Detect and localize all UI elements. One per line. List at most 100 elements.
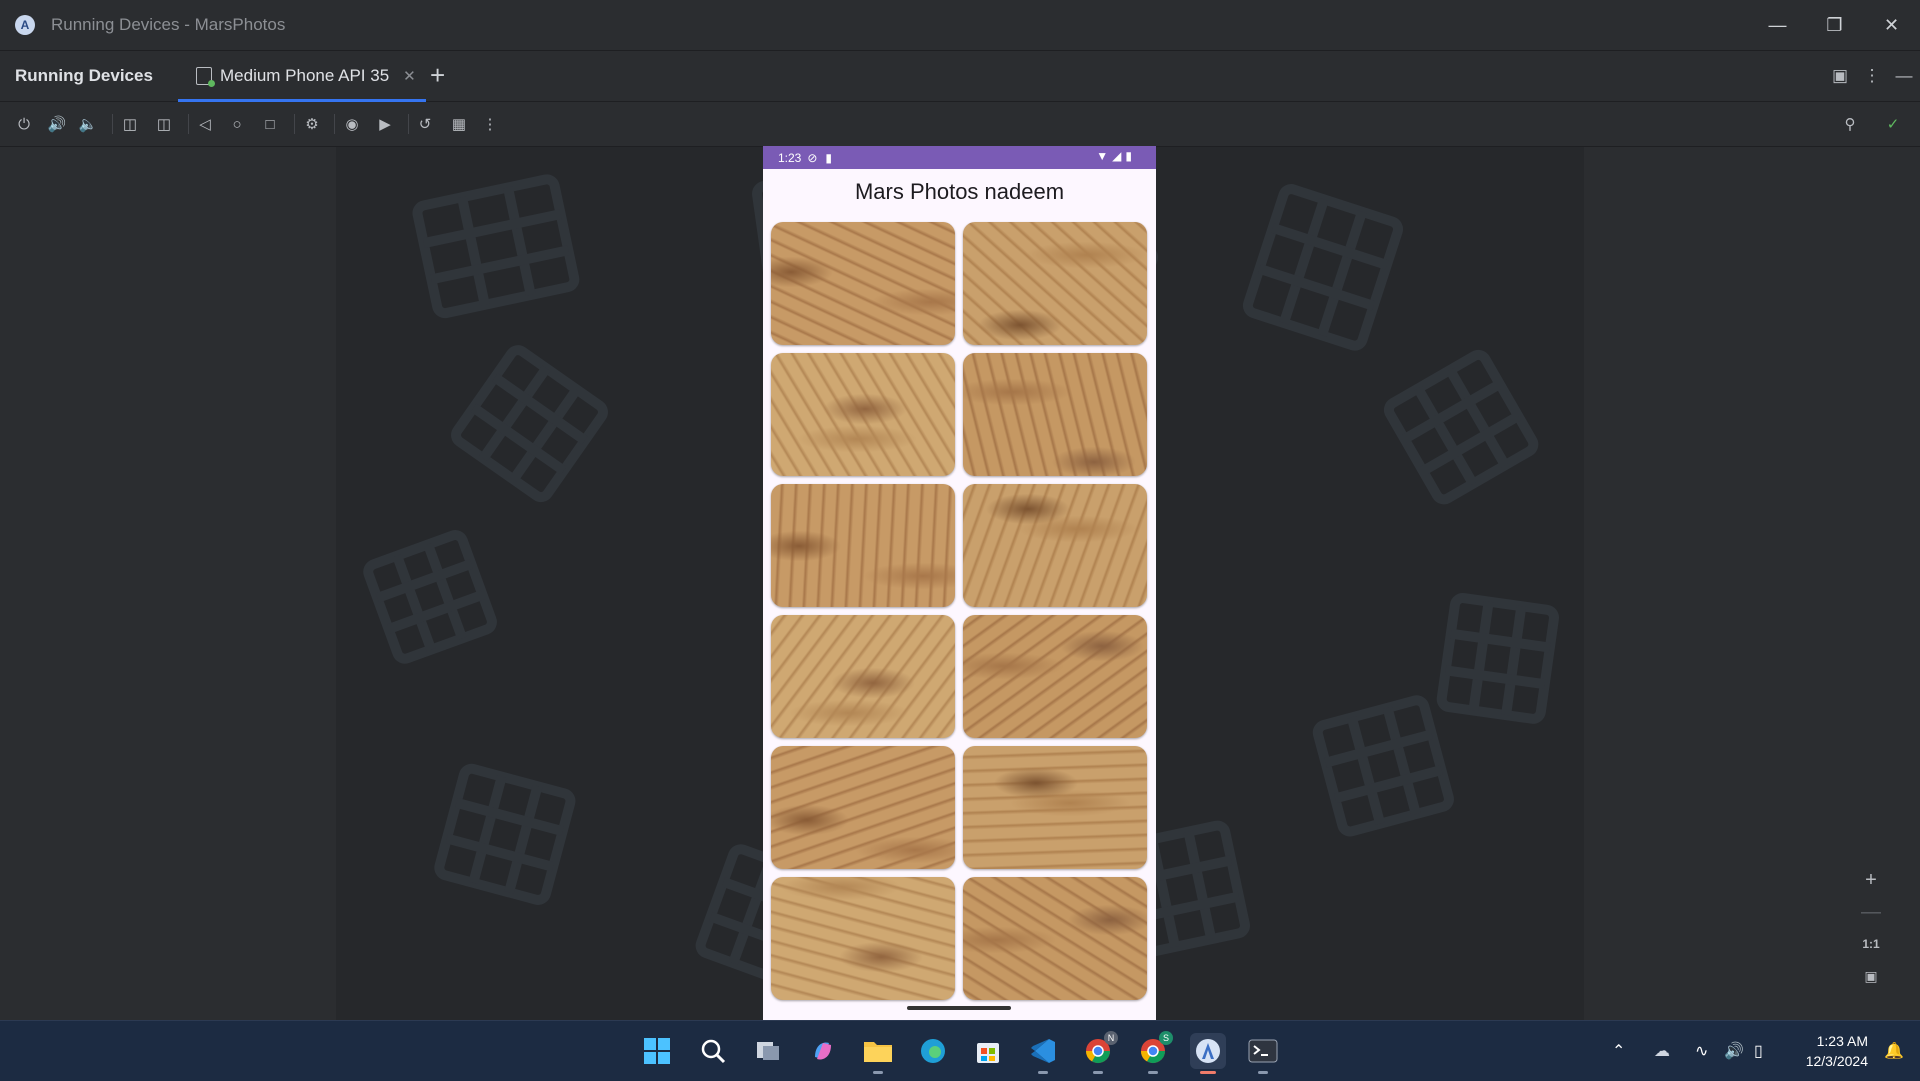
chrome-n-icon[interactable]: N <box>1080 1031 1118 1074</box>
expand-icon[interactable]: ▣ <box>1824 66 1856 86</box>
system-clock[interactable]: 1:23 AM 12/3/2024 <box>1806 1031 1868 1071</box>
battery-icon: ▮ <box>1125 149 1132 163</box>
running-indicator <box>1200 1071 1216 1074</box>
windows-taskbar: N S ⌃ ☁ ∿ 🔊 ▯ 1:23 AM 12/3/2024 🔔 <box>0 1020 1920 1081</box>
wifi-tray-icon[interactable]: ∿ <box>1695 1021 1708 1081</box>
close-button[interactable]: ✕ <box>1863 0 1920 50</box>
mars-photo-7[interactable] <box>771 615 955 738</box>
search-icon[interactable] <box>695 1033 731 1069</box>
rotate-left-icon[interactable]: ◫ <box>118 112 142 136</box>
more-icon[interactable]: ⋮ <box>478 112 502 136</box>
tool-window-actions: ▣ ⋮ — <box>1824 51 1920 101</box>
copilot-icon[interactable] <box>805 1033 841 1069</box>
android-studio-icon: A <box>15 15 35 35</box>
home-icon[interactable]: ○ <box>225 112 249 136</box>
running-devices-header: Running Devices Medium Phone API 35 ✕ + … <box>0 51 1920 102</box>
toolbar-divider <box>294 114 295 134</box>
mars-photo-5[interactable] <box>771 484 955 607</box>
find-in-device-icon[interactable]: ⚲ <box>1838 112 1862 136</box>
zoom-fit-icon[interactable]: ▣ <box>1858 962 1884 990</box>
device-toolbar: ⏻ 🔊 🔈 ◫ ◫ ◁ ○ □ ⚙ ◉ ▶ ↺ ▦ ⋮ ⚲ ✓ <box>0 102 1920 147</box>
check-icon[interactable]: ✓ <box>1881 112 1905 136</box>
window-controls: — ❐ ✕ <box>1749 0 1920 50</box>
window-title: Running Devices - MarsPhotos <box>51 15 286 34</box>
mars-photo-4[interactable] <box>963 353 1147 476</box>
running-indicator <box>1093 1071 1103 1074</box>
toolbar-divider <box>112 114 113 134</box>
add-device-icon[interactable]: + <box>430 60 445 91</box>
zoom-controls: + — 1:1 ▣ <box>1858 866 1884 990</box>
battery-tray-icon[interactable]: ▯ <box>1754 1021 1763 1081</box>
tray-overflow-icon[interactable]: ⌃ <box>1612 1021 1625 1081</box>
microsoft-store-icon[interactable] <box>970 1033 1006 1069</box>
running-indicator <box>1038 1071 1048 1074</box>
wifi-icon: ▼ <box>1096 149 1109 163</box>
tab-label: Medium Phone API 35 <box>220 66 390 85</box>
mars-photo-10[interactable] <box>963 746 1147 869</box>
close-icon[interactable]: ✕ <box>403 67 416 85</box>
mars-photo-6[interactable] <box>963 484 1147 607</box>
app-title: Mars Photos nadeem <box>854 179 1065 204</box>
toolbar-divider <box>188 114 189 134</box>
toolbar-divider <box>408 114 409 134</box>
mars-photo-12[interactable] <box>963 877 1147 1000</box>
status-icons: ▼ ◢ ▮ <box>1096 149 1132 163</box>
layout-inspector-icon[interactable]: ▦ <box>447 112 471 136</box>
tab-medium-phone[interactable]: Medium Phone API 35 ✕ <box>180 51 424 101</box>
sd-card-icon: ▮ <box>825 150 833 165</box>
android-studio-taskbar-icon[interactable] <box>1190 1033 1226 1074</box>
clock-time: 1:23 AM <box>1816 1033 1868 1049</box>
zoom-out-icon[interactable]: — <box>1858 898 1884 926</box>
task-view-icon[interactable] <box>750 1033 786 1069</box>
terminal-icon[interactable] <box>1245 1033 1281 1074</box>
onedrive-icon[interactable]: ☁ <box>1654 1021 1670 1081</box>
zoom-actual-size-button[interactable]: 1:1 <box>1858 930 1884 958</box>
volume-up-icon[interactable]: 🔊 <box>45 112 69 136</box>
restore-button[interactable]: ❐ <box>1806 0 1863 50</box>
do-not-disturb-icon: ⊘ <box>807 150 818 165</box>
rotate-right-icon[interactable]: ◫ <box>152 112 176 136</box>
running-indicator <box>873 1071 883 1074</box>
window-title-bar: A Running Devices - MarsPhotos — ❐ ✕ <box>0 0 1920 51</box>
mars-photo-3[interactable] <box>771 353 955 476</box>
vscode-icon[interactable] <box>1025 1033 1061 1074</box>
device-screen[interactable]: 1:23 ⊘ ▮ ▼ ◢ ▮ Mars Photos nadeem <box>763 146 1156 1020</box>
mars-photo-11[interactable] <box>771 877 955 1000</box>
mars-photo-1[interactable] <box>771 222 955 345</box>
overview-icon[interactable]: □ <box>258 112 282 136</box>
zoom-in-icon[interactable]: + <box>1858 866 1884 894</box>
status-time: 1:23 <box>778 150 802 165</box>
android-status-bar: 1:23 ⊘ ▮ ▼ ◢ ▮ <box>763 146 1156 169</box>
screenshot-icon[interactable]: ◉ <box>340 112 364 136</box>
back-icon[interactable]: ◁ <box>193 112 217 136</box>
hide-icon[interactable]: — <box>1888 66 1920 86</box>
profile-badge: N <box>1104 1031 1118 1045</box>
profile-badge: S <box>1159 1031 1173 1045</box>
phone-device-icon <box>196 67 215 87</box>
volume-tray-icon[interactable]: 🔊 <box>1724 1021 1744 1081</box>
chrome-s-icon[interactable]: S <box>1135 1031 1173 1074</box>
screen-record-icon[interactable]: ▶ <box>373 112 397 136</box>
signal-icon: ◢ <box>1112 149 1122 163</box>
minimize-button[interactable]: — <box>1749 0 1806 50</box>
gesture-navigation-bar[interactable] <box>907 1006 1011 1010</box>
file-explorer-icon[interactable] <box>860 1033 896 1074</box>
tool-window-title: Running Devices <box>15 66 153 85</box>
mars-photo-9[interactable] <box>771 746 955 869</box>
toolbar-divider <box>334 114 335 134</box>
device-settings-icon[interactable]: ⚙ <box>300 112 324 136</box>
reset-icon[interactable]: ↺ <box>413 112 437 136</box>
mars-photo-2[interactable] <box>963 222 1147 345</box>
notifications-icon[interactable]: 🔔 <box>1884 1041 1904 1061</box>
start-button[interactable] <box>639 1033 675 1069</box>
mars-photo-8[interactable] <box>963 615 1147 738</box>
photo-grid <box>763 214 1156 1008</box>
clock-date: 12/3/2024 <box>1805 1053 1868 1069</box>
power-icon[interactable]: ⏻ <box>12 112 36 136</box>
left-gutter <box>0 147 336 1020</box>
more-options-icon[interactable]: ⋮ <box>1856 66 1888 86</box>
running-indicator <box>1148 1071 1158 1074</box>
volume-down-icon[interactable]: 🔈 <box>76 112 100 136</box>
edge-icon[interactable] <box>915 1033 951 1069</box>
running-indicator <box>1258 1071 1268 1074</box>
